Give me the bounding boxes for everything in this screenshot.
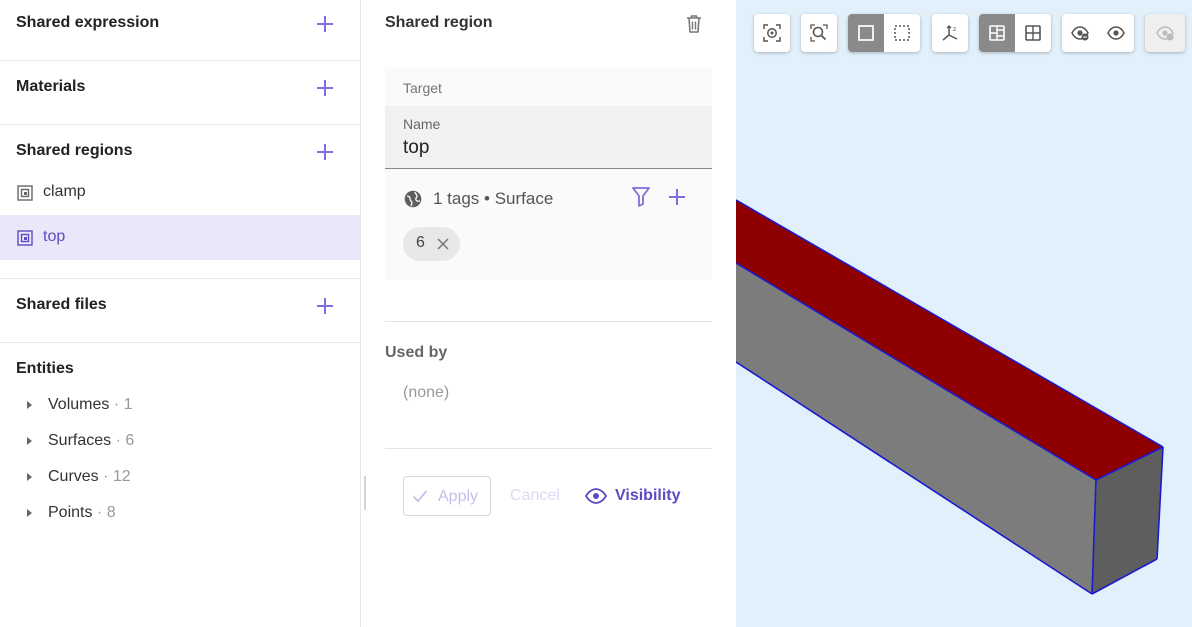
toolbar-group-selection-mode xyxy=(848,14,920,52)
visibility-disabled-button[interactable] xyxy=(1147,14,1183,52)
cancel-button[interactable]: Cancel xyxy=(510,487,560,505)
3d-viewport[interactable]: z xyxy=(736,0,1192,627)
filter-icon[interactable] xyxy=(631,186,651,208)
caret-right-icon[interactable] xyxy=(27,437,32,445)
select-box-button[interactable] xyxy=(848,14,884,52)
delete-icon[interactable] xyxy=(685,14,703,34)
name-field[interactable]: Name top xyxy=(385,106,712,169)
close-icon[interactable] xyxy=(436,237,450,251)
svg-text:z: z xyxy=(953,26,956,33)
eye-icon xyxy=(585,488,607,504)
add-tag-button[interactable] xyxy=(668,188,686,206)
apply-label: Apply xyxy=(438,488,479,505)
entity-count: · 6 xyxy=(111,432,135,449)
toolbar-group-visibility xyxy=(1062,14,1134,52)
view-grid-button[interactable] xyxy=(1015,14,1051,52)
select-dashed-button[interactable] xyxy=(884,14,920,52)
section-title: Materials xyxy=(16,78,86,95)
caret-right-icon[interactable] xyxy=(27,473,32,481)
section-title: Shared files xyxy=(16,296,107,313)
region-item-clamp[interactable]: clamp xyxy=(0,170,360,215)
region-item-top[interactable]: top xyxy=(0,215,360,260)
resize-handle[interactable] xyxy=(364,476,366,510)
divider xyxy=(0,278,360,279)
add-shared-region-button[interactable] xyxy=(316,143,334,161)
model-view[interactable] xyxy=(736,0,1192,627)
entity-row-volumes[interactable]: Volumes · 1 xyxy=(0,393,360,419)
section-title: Shared regions xyxy=(16,142,133,159)
divider xyxy=(385,448,712,449)
hide-icon xyxy=(1071,26,1089,41)
entity-row-curves[interactable]: Curves · 12 xyxy=(0,465,360,491)
entity-row-surfaces[interactable]: Surfaces · 6 xyxy=(0,429,360,455)
tags-summary: 1 tags • Surface xyxy=(433,189,554,208)
entity-count: · 8 xyxy=(92,504,116,521)
used-by-value: (none) xyxy=(403,384,450,401)
select-box-icon xyxy=(858,25,874,41)
zoom-fit-button[interactable] xyxy=(801,14,837,52)
divider xyxy=(0,124,360,125)
check-icon xyxy=(412,490,428,503)
section-title: Shared expression xyxy=(16,14,160,31)
view-grid-icon xyxy=(1025,25,1041,41)
entity-row-points[interactable]: Points · 8 xyxy=(0,501,360,527)
entity-name: Points xyxy=(48,504,93,521)
name-label: Name xyxy=(403,116,441,132)
sidebar: Shared expression Materials Shared regio… xyxy=(0,0,361,627)
zoom-fit-icon xyxy=(810,24,828,42)
region-target-card: Target Name top 1 tags • Surface 6 xyxy=(385,68,712,280)
globe-icon xyxy=(404,190,422,208)
axes-icon: z xyxy=(942,25,958,41)
tag-chip: 6 xyxy=(403,227,460,261)
caret-right-icon[interactable] xyxy=(27,509,32,517)
entity-name: Surfaces xyxy=(48,432,112,449)
divider xyxy=(0,60,360,61)
panel-title: Shared region xyxy=(385,14,493,31)
entity-count: · 1 xyxy=(109,396,133,413)
show-button[interactable] xyxy=(1098,14,1134,52)
entity-name: Volumes xyxy=(48,396,110,413)
used-by-title: Used by xyxy=(385,344,448,361)
zoom-selection-button[interactable] xyxy=(754,14,790,52)
add-material-button[interactable] xyxy=(316,79,334,97)
toolbar-group-zoom-fit xyxy=(801,14,837,52)
entity-count: · 12 xyxy=(98,468,131,485)
select-dashed-icon xyxy=(894,25,910,41)
visibility-disabled-icon xyxy=(1156,26,1174,41)
apply-button[interactable]: Apply xyxy=(403,476,491,516)
region-icon xyxy=(17,185,33,201)
divider xyxy=(0,342,360,343)
show-icon xyxy=(1107,26,1125,40)
target-label: Target xyxy=(403,80,442,96)
name-value[interactable]: top xyxy=(403,137,429,159)
region-label: top xyxy=(43,228,66,245)
visibility-label: Visibility xyxy=(615,487,681,504)
zoom-selection-icon xyxy=(763,24,781,42)
toolbar-group-visibility-disabled xyxy=(1145,14,1185,52)
tag-chip-label: 6 xyxy=(416,234,425,251)
add-shared-expression-button[interactable] xyxy=(316,15,334,33)
region-label: clamp xyxy=(43,183,86,200)
caret-right-icon[interactable] xyxy=(27,401,32,409)
view-split-button[interactable] xyxy=(979,14,1015,52)
hide-button[interactable] xyxy=(1062,14,1098,52)
add-shared-file-button[interactable] xyxy=(316,297,334,315)
region-editor-panel: Shared region Target Name top 1 tags • S… xyxy=(361,0,734,627)
section-title: Entities xyxy=(16,360,74,377)
region-icon xyxy=(17,230,33,246)
toolbar-group-axes: z xyxy=(932,14,968,52)
toolbar-group-zoom-selection xyxy=(754,14,790,52)
entity-name: Curves xyxy=(48,468,99,485)
axes-button[interactable]: z xyxy=(932,14,968,52)
view-split-icon xyxy=(989,25,1005,41)
toolbar-group-layout xyxy=(979,14,1051,52)
divider xyxy=(385,321,712,322)
